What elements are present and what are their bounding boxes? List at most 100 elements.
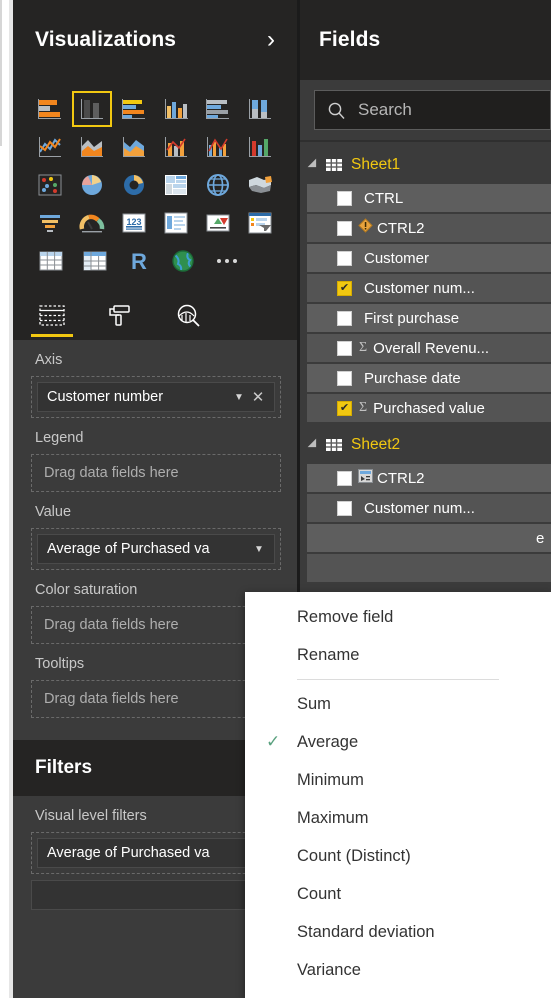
gallery-item-arcgis-map[interactable] xyxy=(161,242,205,280)
field-checkbox[interactable] xyxy=(337,220,352,236)
menu-item-standard-deviation[interactable]: Standard deviation xyxy=(245,913,551,951)
gallery-item-multi-row-card[interactable] xyxy=(155,204,197,242)
field-row-purchased-value[interactable]: Σ Purchased value xyxy=(307,394,551,422)
search-input[interactable]: Search xyxy=(314,90,551,130)
gallery-item-line-and-stacked-column-chart[interactable] xyxy=(155,128,197,166)
filter-chip-1[interactable]: Average of Purchased va xyxy=(37,838,275,868)
well-label-axis: Axis xyxy=(35,352,63,368)
table-name: Sheet2 xyxy=(351,436,401,453)
well-drop-tooltips[interactable]: Drag data fields here xyxy=(31,680,281,718)
gallery-item-line-and-clustered-column-chart[interactable] xyxy=(197,128,239,166)
well-drop-color-saturation[interactable]: Drag data fields here xyxy=(31,606,281,644)
gallery-item-table[interactable] xyxy=(29,242,73,280)
gallery-item-100-stacked-column-chart[interactable] xyxy=(239,90,281,128)
field-checkbox[interactable] xyxy=(337,370,352,386)
menu-item-rename[interactable]: Rename xyxy=(245,636,551,674)
gallery-item-treemap[interactable] xyxy=(155,166,197,204)
field-label: First purchase xyxy=(364,309,460,327)
menu-item-variance[interactable]: Variance xyxy=(245,951,551,989)
gallery-item-stacked-column-chart[interactable] xyxy=(71,90,113,128)
gallery-item-kpi[interactable] xyxy=(197,204,239,242)
chevron-down-icon[interactable]: ▼ xyxy=(250,544,268,555)
gallery-item-filled-map[interactable] xyxy=(239,166,281,204)
gallery-item-stacked-bar-chart[interactable] xyxy=(29,90,71,128)
table-node-sheet2[interactable]: Sheet2 xyxy=(300,428,551,462)
menu-separator xyxy=(297,679,499,680)
gallery-item-line-chart[interactable] xyxy=(29,128,71,166)
check-icon: ✓ xyxy=(266,732,281,751)
aggregation-context-menu: Remove field Rename Sum ✓ Average Minimu… xyxy=(245,592,551,998)
search-icon xyxy=(328,102,345,119)
gallery-item-scatter-chart[interactable] xyxy=(29,166,71,204)
gallery-item-slicer[interactable] xyxy=(239,204,281,242)
tab-analytics[interactable] xyxy=(159,293,217,339)
menu-item-maximum[interactable]: Maximum xyxy=(245,799,551,837)
gallery-item-card[interactable]: 123 xyxy=(113,204,155,242)
close-icon[interactable]: ✕ xyxy=(248,388,268,406)
field-checkbox[interactable] xyxy=(337,280,352,296)
field-checkbox[interactable] xyxy=(337,470,352,486)
field-checkbox[interactable] xyxy=(337,250,352,266)
gallery-item-map[interactable] xyxy=(197,166,239,204)
chevron-down-icon[interactable]: ▼ xyxy=(230,392,248,403)
gallery-item-gauge-chart[interactable] xyxy=(71,204,113,242)
field-row-ctrl[interactable]: CTRL xyxy=(307,184,551,212)
field-row-customer[interactable]: Customer xyxy=(307,244,551,272)
table-node-sheet1[interactable]: Sheet1 xyxy=(300,148,551,182)
tab-fields[interactable] xyxy=(23,293,81,339)
menu-item-remove-field[interactable]: Remove field xyxy=(245,598,551,636)
visual-level-filters-drop[interactable]: Average of Purchased va xyxy=(31,832,281,874)
field-row-sheet2-ctrl2[interactable]: CTRL2 xyxy=(307,464,551,492)
field-row-overall-revenue[interactable]: Σ Overall Revenu... xyxy=(307,334,551,362)
well-drop-axis[interactable]: Customer number ▼ ✕ xyxy=(31,376,281,418)
field-row-sheet2-customer-number[interactable]: Customer num... xyxy=(307,494,551,522)
well-drop-value[interactable]: Average of Purchased va ▼ xyxy=(31,528,281,570)
field-checkbox[interactable] xyxy=(337,310,352,326)
menu-item-average[interactable]: ✓ Average xyxy=(245,723,551,761)
field-chip-value[interactable]: Average of Purchased va ▼ xyxy=(37,534,275,564)
field-row-sheet2-partial-2[interactable] xyxy=(307,554,551,582)
gallery-row xyxy=(29,166,281,204)
gallery-item-ribbon-chart[interactable] xyxy=(239,128,281,166)
field-checkbox[interactable] xyxy=(337,400,352,416)
field-chip-axis[interactable]: Customer number ▼ ✕ xyxy=(37,382,275,412)
field-label: CTRL xyxy=(364,189,404,207)
tab-format[interactable] xyxy=(91,293,149,339)
field-row-customer-number[interactable]: Customer num... xyxy=(307,274,551,302)
field-chip-label: Customer number xyxy=(47,389,164,405)
gallery-item-clustered-column-chart[interactable] xyxy=(155,90,197,128)
expand-triangle-icon[interactable] xyxy=(307,158,321,172)
gallery-item-funnel-chart[interactable] xyxy=(29,204,71,242)
sigma-icon: Σ xyxy=(359,400,368,415)
gallery-item-clustered-bar-chart[interactable] xyxy=(113,90,155,128)
gallery-item-donut-chart[interactable] xyxy=(113,166,155,204)
gallery-item-area-chart[interactable] xyxy=(71,128,113,166)
menu-item-median[interactable]: Median xyxy=(245,989,551,998)
gallery-item-more-options[interactable] xyxy=(205,242,249,280)
menu-item-label: Rename xyxy=(297,645,360,664)
filter-chip-2[interactable] xyxy=(31,880,281,910)
chevron-right-icon[interactable]: › xyxy=(267,28,275,52)
field-checkbox[interactable] xyxy=(337,190,352,206)
field-row-ctrl2[interactable]: CTRL2 xyxy=(307,214,551,242)
gallery-row xyxy=(29,128,281,166)
gallery-item-stacked-area-chart[interactable] xyxy=(113,128,155,166)
gallery-item-matrix[interactable] xyxy=(73,242,117,280)
well-drop-legend[interactable]: Drag data fields here xyxy=(31,454,281,492)
field-checkbox[interactable] xyxy=(337,500,352,516)
field-checkbox[interactable] xyxy=(337,340,352,356)
field-row-purchase-date[interactable]: Purchase date xyxy=(307,364,551,392)
fields-pane-title: Fields xyxy=(319,28,381,51)
field-row-first-purchase[interactable]: First purchase xyxy=(307,304,551,332)
menu-item-count-distinct[interactable]: Count (Distinct) xyxy=(245,837,551,875)
svg-text:123: 123 xyxy=(126,217,141,227)
menu-item-sum[interactable]: Sum xyxy=(245,685,551,723)
menu-item-count[interactable]: Count xyxy=(245,875,551,913)
gallery-item-r-script-visual[interactable]: R xyxy=(117,242,161,280)
field-row-sheet2-partial[interactable]: e xyxy=(307,524,551,552)
gallery-item-pie-chart[interactable] xyxy=(71,166,113,204)
gallery-item-100-stacked-bar-chart[interactable] xyxy=(197,90,239,128)
menu-item-minimum[interactable]: Minimum xyxy=(245,761,551,799)
expand-triangle-icon[interactable] xyxy=(307,438,321,452)
field-label: Customer xyxy=(364,249,430,267)
